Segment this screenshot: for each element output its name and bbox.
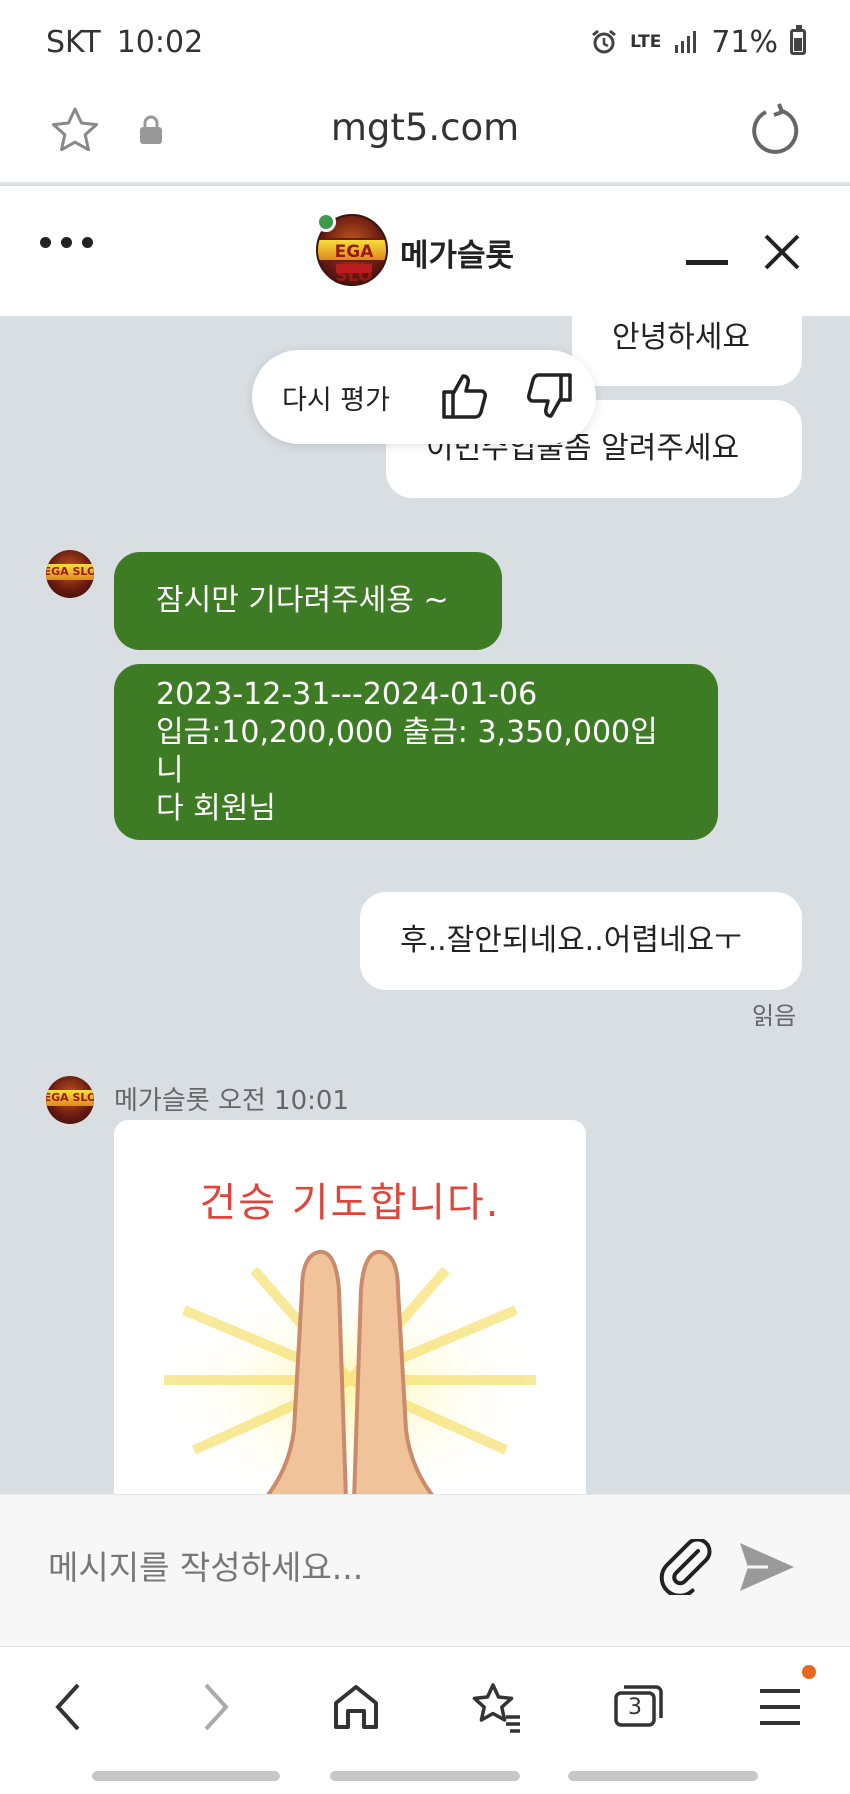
gesture-bar	[92, 1771, 280, 1781]
message-text: 잠시만 기다려주세용 ~	[156, 583, 449, 618]
chat-title: 메가슬롯	[400, 238, 515, 274]
user-message: 안녕하세요	[572, 290, 802, 386]
browser-bottom-nav: 3	[0, 1646, 850, 1794]
agent-avatar: EGA SLO	[46, 1076, 94, 1124]
gesture-bar	[330, 1771, 520, 1781]
url-text[interactable]: mgt5.com	[0, 106, 850, 149]
message-text: 2023-12-31---2024-01-06 입금:10,200,000 출금…	[156, 677, 658, 826]
thumbs-up-icon[interactable]	[440, 372, 490, 420]
reload-icon[interactable]	[748, 102, 802, 160]
clock: 10:02	[116, 24, 204, 60]
bookmarks-icon[interactable]	[466, 1677, 526, 1737]
image-message[interactable]: 건승 기도합니다.	[114, 1120, 586, 1500]
tabs-button[interactable]: 3	[608, 1677, 668, 1737]
send-icon[interactable]	[738, 1541, 796, 1593]
close-icon[interactable]	[762, 232, 802, 272]
agent-message: 잠시만 기다려주세용 ~	[114, 552, 502, 650]
carrier-label: SKT	[46, 24, 101, 60]
message-input[interactable]	[48, 1537, 608, 1597]
avatar-logo-text: EGA SLO	[318, 238, 386, 284]
agent-avatar: EGA SLO	[46, 550, 94, 598]
message-composer	[0, 1494, 850, 1646]
user-message: 후..잘안되네요..어렵네요ㅜ	[360, 892, 802, 990]
notification-dot	[802, 1665, 816, 1679]
network-type: LTE	[630, 31, 662, 52]
forward-icon[interactable]	[184, 1677, 244, 1737]
avatar-logo-text: EGA SLO	[46, 564, 94, 580]
back-icon[interactable]	[40, 1677, 100, 1737]
rating-label: 다시 평가	[282, 384, 390, 416]
home-icon[interactable]	[326, 1677, 386, 1737]
message-text: 후..잘안되네요..어렵네요ㅜ	[400, 923, 742, 958]
read-receipt: 읽음	[752, 1002, 797, 1030]
status-left: SKT 10:02	[46, 25, 203, 60]
status-bar: SKT 10:02 LTE 71%	[0, 0, 850, 84]
message-text: 안녕하세요	[612, 320, 750, 355]
agent-message: 2023-12-31---2024-01-06 입금:10,200,000 출금…	[114, 664, 718, 840]
rating-popup: 다시 평가	[252, 350, 596, 444]
more-options-icon[interactable]	[40, 230, 100, 254]
menu-icon[interactable]	[750, 1677, 810, 1737]
thumbs-down-icon[interactable]	[524, 372, 574, 420]
image-caption: 건승 기도합니다.	[199, 1180, 501, 1226]
signal-icon	[675, 31, 697, 53]
status-right: LTE 71%	[590, 25, 806, 60]
battery-icon	[790, 25, 806, 55]
online-status-dot	[316, 212, 336, 232]
browser-url-bar: mgt5.com	[0, 84, 850, 184]
alarm-icon	[592, 29, 617, 54]
praying-hands-icon	[160, 1249, 540, 1500]
tabs-count: 3	[628, 1695, 642, 1720]
attachment-icon[interactable]	[658, 1539, 714, 1595]
avatar-logo-text: EGA SLO	[46, 1090, 94, 1106]
battery-percent: 71%	[711, 24, 778, 60]
minimize-icon[interactable]	[686, 260, 728, 265]
gesture-bar	[568, 1771, 758, 1781]
message-meta: 메가슬롯 오전 10:01	[114, 1086, 349, 1116]
